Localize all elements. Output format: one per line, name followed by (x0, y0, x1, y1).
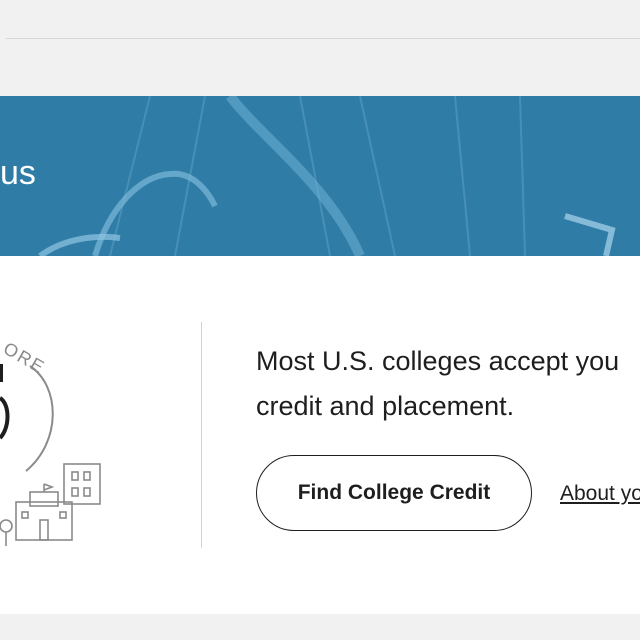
tree-icon (0, 519, 13, 546)
card-divider (201, 322, 202, 548)
card-description-line-1: Most U.S. colleges accept you (256, 346, 620, 376)
badge-arc (25, 365, 54, 472)
hero-background-art (38, 96, 616, 256)
about-link[interactable]: About yo (560, 482, 640, 506)
card-description: Most U.S. colleges accept you credit and… (256, 339, 640, 429)
find-college-credit-button[interactable]: Find College Credit (256, 455, 532, 531)
badge-mark-top (0, 364, 3, 382)
hero-title: us (0, 154, 36, 192)
badge-text: ORE (0, 338, 49, 378)
badge-mark-number (0, 396, 10, 440)
office-building-icon (63, 463, 101, 505)
card-description-line-2: credit and placement. (256, 391, 515, 421)
college-illustration: ORE (0, 338, 101, 546)
college-credit-card: ORE Most U.S. colleges accept you credit… (0, 256, 640, 614)
header-divider (6, 38, 640, 39)
hero-banner: us (0, 96, 640, 256)
